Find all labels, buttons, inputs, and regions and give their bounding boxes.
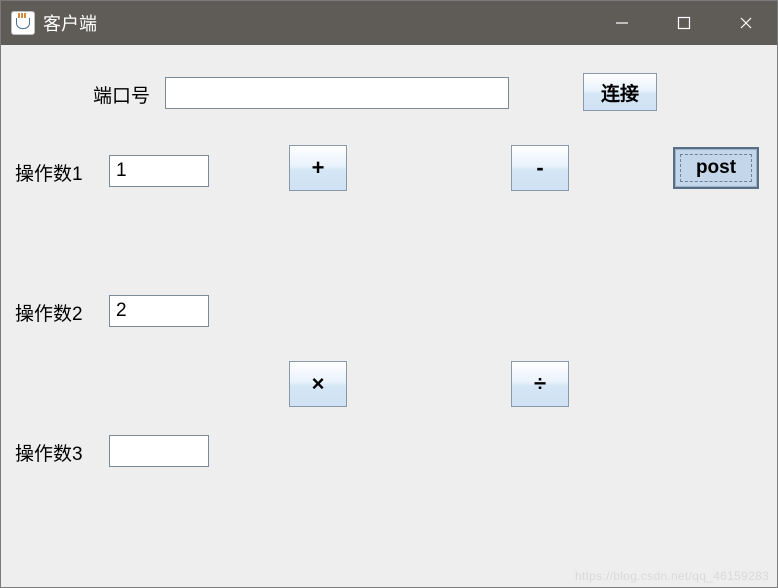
plus-button[interactable]: +	[289, 145, 347, 191]
window-title: 客户端	[43, 10, 97, 36]
operand1-input[interactable]	[109, 155, 209, 187]
divide-button-label: ÷	[534, 371, 546, 397]
watermark-text: https://blog.csdn.net/qq_46159283	[575, 569, 769, 583]
connect-button-label: 连接	[601, 79, 639, 106]
window-frame: 客户端 端口号 连接 操作数1 +	[0, 0, 778, 588]
close-button[interactable]	[715, 1, 777, 45]
window-controls	[591, 1, 777, 45]
multiply-button[interactable]: ×	[289, 361, 347, 407]
connect-button[interactable]: 连接	[583, 73, 657, 111]
operand1-label: 操作数1	[15, 159, 83, 186]
port-label: 端口号	[93, 81, 150, 108]
plus-button-label: +	[312, 155, 325, 181]
client-area: 端口号 连接 操作数1 + - post 操作数2 × ÷ 操作数3 h	[1, 45, 777, 587]
post-button-label: post	[696, 157, 736, 179]
maximize-button[interactable]	[653, 1, 715, 45]
operand3-input[interactable]	[109, 435, 209, 467]
post-button[interactable]: post	[673, 147, 759, 189]
port-input[interactable]	[165, 77, 509, 109]
minimize-button[interactable]	[591, 1, 653, 45]
minus-button[interactable]: -	[511, 145, 569, 191]
title-bar: 客户端	[1, 1, 777, 45]
operand2-label: 操作数2	[15, 299, 83, 326]
operand3-label: 操作数3	[15, 439, 83, 466]
operand2-input[interactable]	[109, 295, 209, 327]
multiply-button-label: ×	[312, 371, 325, 397]
minus-button-label: -	[536, 155, 543, 181]
divide-button[interactable]: ÷	[511, 361, 569, 407]
java-icon	[11, 11, 35, 35]
